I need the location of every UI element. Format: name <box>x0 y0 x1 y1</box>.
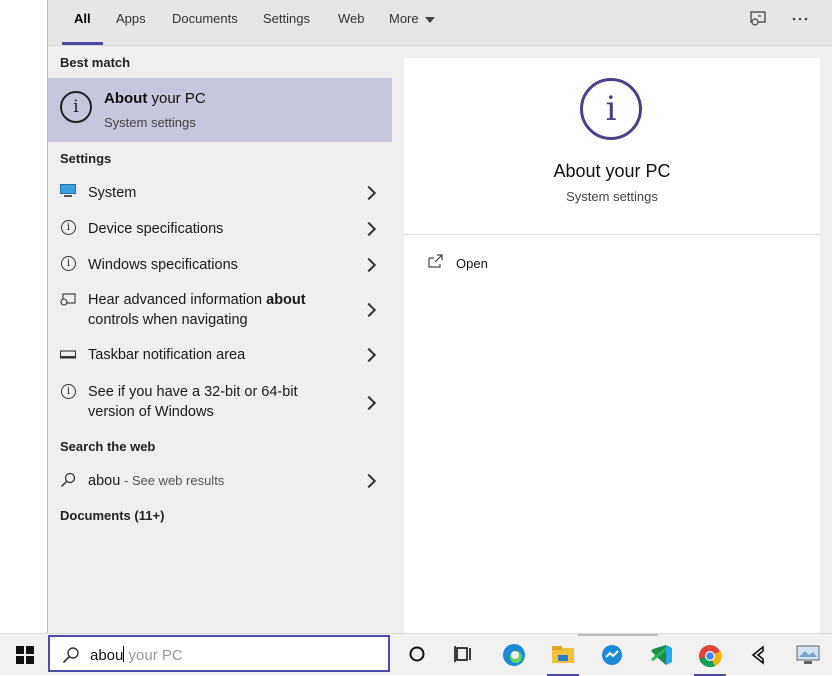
list-item-web-search[interactable]: abou - See web results <box>48 462 392 498</box>
tab-apps[interactable]: Apps <box>114 11 148 45</box>
list-item-windows-specifications[interactable]: i Windows specifications <box>48 248 392 284</box>
windows-start-icon[interactable] <box>16 646 34 664</box>
remote-desktop-icon[interactable] <box>795 643 821 667</box>
list-item-label: Hear advanced information about controls… <box>88 292 306 328</box>
preview-pane: i About your PC System settings Open <box>404 58 820 633</box>
task-view-icon[interactable] <box>452 643 478 667</box>
taskbar-highlight <box>578 634 658 636</box>
list-item-label: Device specifications <box>88 221 224 237</box>
desktop-background <box>0 0 48 633</box>
open-icon <box>428 254 444 275</box>
chrome-icon[interactable] <box>694 643 726 676</box>
ellipsis-icon[interactable] <box>789 10 811 30</box>
chevron-right-icon <box>361 473 377 489</box>
list-item-label: Windows specifications <box>88 257 238 273</box>
info-icon: i <box>60 91 92 123</box>
feedback-icon[interactable] <box>747 10 769 30</box>
list-item-label: See if you have a 32-bit or 64-bit versi… <box>88 384 298 420</box>
search-icon <box>62 646 79 664</box>
monitor-icon <box>60 184 76 200</box>
taskbar: abou your PC <box>0 633 832 676</box>
search-icon <box>60 472 76 488</box>
chevron-right-icon <box>361 395 377 411</box>
info-icon: i <box>61 256 76 271</box>
section-best-match: Best match <box>60 55 131 70</box>
info-icon: i <box>580 78 642 140</box>
list-item-label: System <box>88 185 137 201</box>
tab-web[interactable]: Web <box>336 11 367 45</box>
chevron-down-icon <box>424 16 435 23</box>
vscode-icon[interactable] <box>648 643 674 667</box>
search-flyout: All Apps Documents Settings Web More Bes… <box>48 0 832 633</box>
tab-settings[interactable]: Settings <box>261 11 312 45</box>
edge-icon[interactable] <box>501 643 527 667</box>
section-documents[interactable]: Documents (11+) <box>60 508 164 523</box>
tab-more-label: More <box>389 11 419 26</box>
section-settings: Settings <box>60 151 112 166</box>
chevron-right-icon <box>361 185 377 201</box>
taskbar-icon <box>59 348 77 364</box>
tab-more[interactable]: More <box>387 11 437 45</box>
tab-all[interactable]: All <box>62 11 103 45</box>
open-action[interactable]: Open <box>428 254 628 276</box>
divider <box>404 234 820 235</box>
chevron-right-icon <box>361 347 377 363</box>
cortana-icon[interactable] <box>405 643 431 667</box>
chevron-right-icon <box>361 221 377 237</box>
open-label: Open <box>456 256 488 271</box>
chevron-right-icon <box>361 257 377 273</box>
info-icon: i <box>61 220 76 235</box>
list-item-hear-advanced-information[interactable]: Hear advanced information about controls… <box>48 284 392 338</box>
list-item-32-or-64-bit[interactable]: i See if you have a 32-bit or 64-bit ver… <box>48 374 392 430</box>
dev-app-icon[interactable] <box>747 643 773 667</box>
list-item-system[interactable]: System <box>48 176 392 212</box>
list-item-label: abou - See web results <box>88 473 225 489</box>
preview-title: About your PC <box>553 161 671 181</box>
narrator-icon <box>60 293 76 309</box>
preview-subtitle: System settings <box>566 189 658 204</box>
list-item-device-specifications[interactable]: i Device specifications <box>48 212 392 248</box>
best-match-title: About your PC <box>104 90 206 107</box>
results-list: Best match i About your PC System settin… <box>48 46 392 633</box>
list-item-taskbar-notification-area[interactable]: Taskbar notification area <box>48 338 392 374</box>
section-search-the-web: Search the web <box>60 439 156 454</box>
file-explorer-icon[interactable] <box>547 643 579 676</box>
filter-tabs: All Apps Documents Settings Web More <box>48 0 832 46</box>
search-text: abou your PC <box>90 646 183 664</box>
list-item-label: Taskbar notification area <box>88 347 246 363</box>
app-icon[interactable] <box>599 643 625 667</box>
best-match-subtitle: System settings <box>104 115 196 130</box>
info-icon: i <box>61 384 76 399</box>
tab-documents[interactable]: Documents <box>170 11 240 45</box>
search-input[interactable]: abou your PC <box>48 635 390 672</box>
best-match-item[interactable]: i About your PC System settings <box>48 78 392 142</box>
chevron-right-icon <box>361 302 377 318</box>
